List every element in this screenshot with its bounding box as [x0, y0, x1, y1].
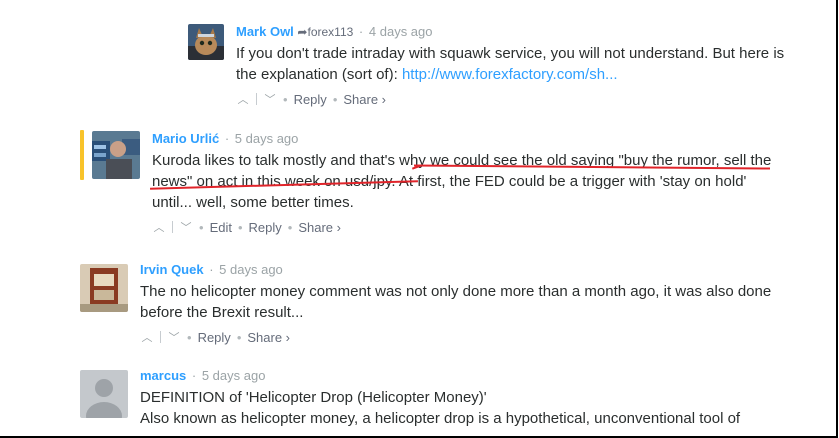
- avatar[interactable]: [80, 264, 128, 312]
- separator-dot: ·: [358, 24, 364, 39]
- vote-divider: [256, 93, 257, 105]
- separator-dot: •: [287, 219, 293, 235]
- timestamp[interactable]: 5 days ago: [235, 131, 299, 146]
- reply-to[interactable]: ➦forex113: [297, 25, 353, 39]
- timestamp[interactable]: 5 days ago: [219, 262, 283, 277]
- separator-dot: •: [187, 329, 192, 345]
- comment-text: DEFINITION of 'Helicopter Drop (Helicopt…: [140, 387, 800, 429]
- avatar-default[interactable]: [80, 370, 128, 418]
- reply-button[interactable]: Reply: [249, 220, 282, 235]
- comment-actions: ︿ ﹀ • Reply • Share ›: [236, 91, 796, 107]
- comment-actions: ︿ ﹀ • Edit • Reply • Share ›: [152, 219, 772, 235]
- timestamp[interactable]: 4 days ago: [369, 24, 433, 39]
- reply-button[interactable]: Reply: [198, 330, 231, 345]
- author-name[interactable]: Irvin Quek: [140, 262, 204, 277]
- reply-arrow-icon: ➦: [297, 25, 308, 39]
- upvote-icon[interactable]: ︿: [236, 91, 250, 107]
- upvote-icon[interactable]: ︿: [140, 329, 154, 345]
- share-button[interactable]: Share ›: [343, 92, 386, 107]
- separator-dot: •: [236, 329, 242, 345]
- separator-dot: •: [199, 219, 204, 235]
- comment-text-line: DEFINITION of 'Helicopter Drop (Helicopt…: [140, 389, 487, 406]
- reply-to-user[interactable]: forex113: [307, 25, 353, 39]
- comment-text: If you don't trade intraday with squawk …: [236, 43, 796, 85]
- separator-dot: •: [283, 91, 288, 107]
- comment-actions: ︿ ﹀ • Reply • Share ›: [140, 329, 780, 345]
- downvote-icon[interactable]: ﹀: [179, 219, 193, 235]
- edit-button[interactable]: Edit: [210, 220, 232, 235]
- avatar[interactable]: [188, 24, 224, 60]
- downvote-icon[interactable]: ﹀: [263, 91, 277, 107]
- share-button[interactable]: Share ›: [298, 220, 341, 235]
- comment-text-line: Also known as helicopter money, a helico…: [140, 410, 741, 427]
- comment-text: The no helicopter money comment was not …: [140, 283, 772, 321]
- upvote-icon[interactable]: ︿: [152, 219, 166, 235]
- comment-link[interactable]: http://www.forexfactory.com/sh...: [402, 66, 618, 83]
- reply-button[interactable]: Reply: [294, 92, 327, 107]
- downvote-icon[interactable]: ﹀: [167, 329, 181, 345]
- comment-text: Kuroda likes to talk mostly and that's w…: [152, 152, 772, 211]
- separator-dot: ·: [191, 368, 197, 383]
- separator-dot: ·: [224, 131, 230, 146]
- timestamp[interactable]: 5 days ago: [202, 368, 266, 383]
- author-name[interactable]: Mario Urlić: [152, 131, 219, 146]
- separator-dot: •: [237, 219, 243, 235]
- avatar[interactable]: [92, 131, 140, 179]
- vote-divider: [160, 331, 161, 343]
- highlight-bar: [80, 130, 84, 180]
- author-name[interactable]: Mark Owl: [236, 24, 294, 39]
- separator-dot: •: [332, 91, 338, 107]
- author-name[interactable]: marcus: [140, 368, 186, 383]
- separator-dot: ·: [209, 262, 214, 277]
- share-button[interactable]: Share ›: [247, 330, 290, 345]
- vote-divider: [172, 221, 173, 233]
